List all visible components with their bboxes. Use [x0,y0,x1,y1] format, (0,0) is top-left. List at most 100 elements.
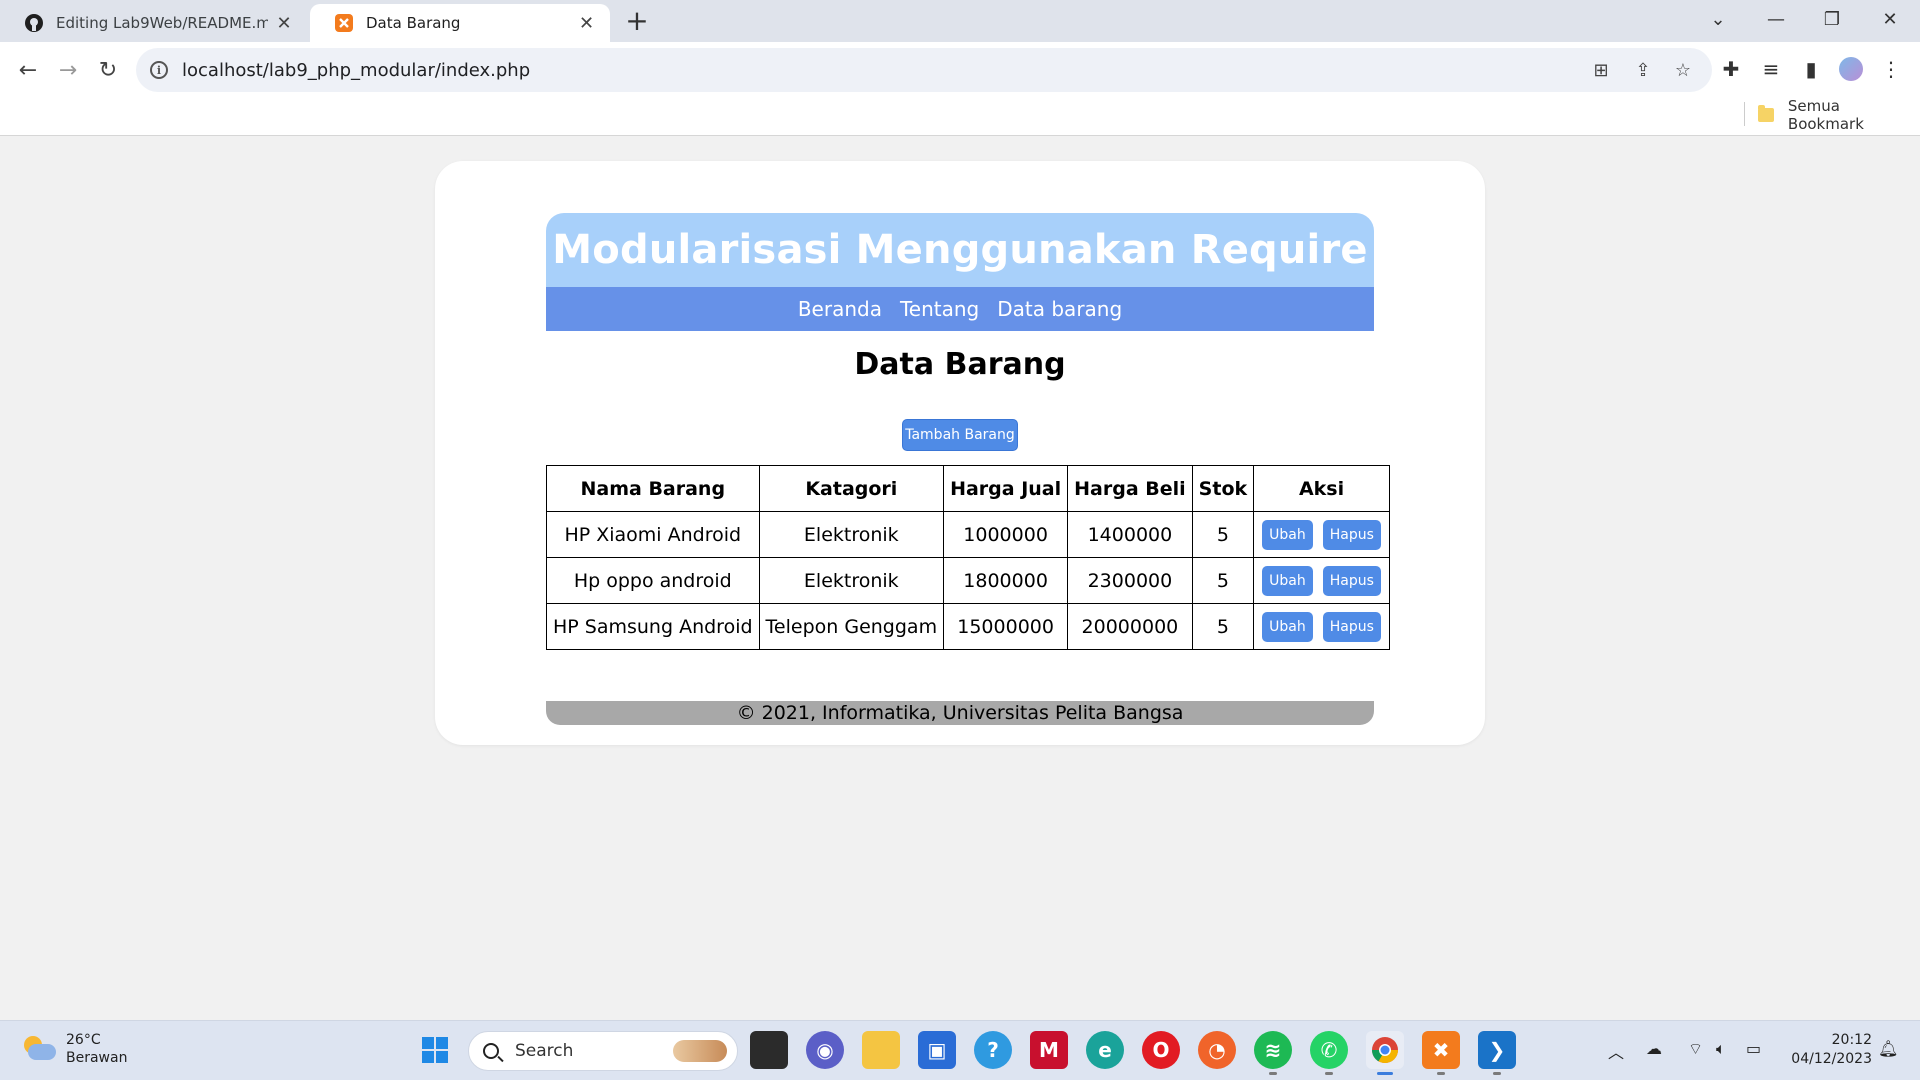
edit-button[interactable]: Ubah [1262,519,1313,550]
edit-button[interactable]: Ubah [1262,565,1313,596]
volume-icon[interactable]: 🔈︎ [1716,1039,1726,1059]
bookmark-star-icon[interactable]: ☆ [1670,57,1696,83]
cell-kategori: Elektronik [758,557,945,604]
extensions-puzzle-icon[interactable]: ✚ [1716,54,1746,84]
address-bar[interactable]: i localhost/lab9_php_modular/index.php ⊞… [136,48,1712,92]
chat-icon[interactable]: ◉ [806,1031,844,1069]
site-title: Modularisasi Menggunakan Require [552,227,1368,273]
profile-avatar-icon[interactable] [1836,54,1866,84]
edge-icon[interactable]: e [1086,1031,1124,1069]
page-viewport: Modularisasi Menggunakan Require Beranda… [0,136,1920,1020]
nav-link-beranda[interactable]: Beranda [798,297,882,321]
windows-start-icon[interactable] [416,1031,454,1069]
firefox-icon[interactable]: ◔ [1198,1031,1236,1069]
weather-desc: Berawan [66,1050,128,1066]
cell-stok: 5 [1191,557,1255,604]
main-nav: Beranda Tentang Data barang [546,287,1374,331]
folder-icon [1758,105,1774,122]
column-header: Katagori [758,465,945,512]
restore-icon[interactable]: ❐ [1804,0,1860,38]
reading-list-icon[interactable]: ≡ [1756,54,1786,84]
taskbar-search[interactable]: Search [468,1031,738,1071]
all-bookmarks-button[interactable]: Semua Bookmark [1758,97,1920,133]
github-icon [24,13,44,33]
table-header-row: Nama Barang Katagori Harga Jual Harga Be… [546,465,1390,512]
cell-aksi: Ubah Hapus [1253,511,1390,558]
system-clock[interactable]: 20:12 04/12/2023 [1780,1031,1872,1069]
minimize-icon[interactable]: — [1748,0,1804,38]
url-text[interactable]: localhost/lab9_php_modular/index.php [182,60,530,81]
cell-harga-beli: 1400000 [1067,511,1193,558]
show-hidden-icons-chevron-icon[interactable]: ︿ [1608,1039,1624,1063]
tab-title: Data Barang [366,14,461,32]
delete-button[interactable]: Hapus [1322,565,1381,596]
cell-nama: HP Samsung Android [546,603,760,650]
opera-icon[interactable]: O [1142,1031,1180,1069]
battery-icon[interactable]: ▭ [1746,1039,1761,1058]
close-window-icon[interactable]: ✕ [1862,0,1918,38]
close-icon[interactable]: ✕ [577,13,596,34]
tab-github-readme[interactable]: Editing Lab9Web/README.md at ✕ [0,4,308,42]
delete-button[interactable]: Hapus [1322,611,1381,642]
delete-button[interactable]: Hapus [1322,519,1381,550]
wifi-icon[interactable]: ⌔ [1688,1039,1703,1059]
xampp-icon [334,13,354,33]
site-info-icon[interactable]: i [150,61,168,79]
mcafee-icon[interactable]: M [1030,1031,1068,1069]
cell-harga-jual: 1000000 [943,511,1069,558]
close-icon[interactable]: ✕ [274,13,294,34]
cell-kategori: Elektronik [758,511,945,558]
browser-menu-icon[interactable]: ⋮ [1876,54,1906,84]
site-footer: © 2021, Informatika, Universitas Pelita … [546,701,1374,725]
chrome-icon[interactable] [1366,1031,1404,1075]
tab-strip: Editing Lab9Web/README.md at ✕ Data Bara… [0,0,1920,42]
cell-stok: 5 [1191,511,1255,558]
table-row: HP Xiaomi Android Elektronik 1000000 140… [546,511,1390,558]
file-explorer-icon[interactable] [862,1031,900,1069]
nav-link-tentang[interactable]: Tentang [900,297,979,321]
notification-bell-icon[interactable]: 🔔︎ [1878,1039,1898,1058]
help-icon[interactable]: ? [974,1031,1012,1069]
task-view-icon[interactable] [750,1031,788,1069]
tab-title: Editing Lab9Web/README.md at [56,14,268,32]
partly-cloudy-icon [20,1034,56,1064]
table-row: Hp oppo android Elektronik 1800000 23000… [546,557,1390,604]
add-item-button[interactable]: Tambah Barang [902,419,1018,451]
column-header: Harga Beli [1067,465,1193,512]
clock-time: 20:12 [1831,1032,1872,1048]
column-header: Aksi [1253,465,1390,512]
store-icon[interactable]: ▣ [918,1031,956,1069]
xampp-icon[interactable]: ✖ [1422,1031,1460,1075]
nav-link-data-barang[interactable]: Data barang [997,297,1122,321]
content-card: Modularisasi Menggunakan Require Beranda… [435,161,1485,745]
windows-taskbar: 26°C Berawan Search ◉ ▣ ? M e O ◔ ≋ ✆ ✖ … [0,1020,1920,1080]
reload-icon[interactable]: ↻ [90,52,126,88]
cell-harga-beli: 20000000 [1067,603,1193,650]
column-header: Stok [1191,465,1255,512]
table-row: HP Samsung Android Telepon Genggam 15000… [546,603,1390,650]
edit-button[interactable]: Ubah [1262,611,1313,642]
vscode-icon[interactable]: ❯ [1478,1031,1516,1075]
cell-stok: 5 [1191,603,1255,650]
bookmark-bar: Semua Bookmark [0,97,1920,136]
weather-widget[interactable]: 26°C Berawan [20,1031,127,1067]
translate-icon[interactable]: ⊞ [1588,57,1614,83]
cell-nama: Hp oppo android [546,557,760,604]
new-tab-plus-icon[interactable]: + [622,6,652,36]
back-arrow-icon[interactable]: ← [10,52,46,88]
side-panel-icon[interactable]: ▮ [1796,54,1826,84]
cell-harga-jual: 1800000 [943,557,1069,604]
search-highlight-art [673,1040,727,1062]
items-table: Nama Barang Katagori Harga Jual Harga Be… [546,465,1390,650]
browser-toolbar: ← → ↻ i localhost/lab9_php_modular/index… [0,42,1920,98]
all-bookmarks-label: Semua Bookmark [1787,97,1864,133]
cell-kategori: Telepon Genggam [758,603,945,650]
whatsapp-icon[interactable]: ✆ [1310,1031,1348,1075]
onedrive-cloud-icon[interactable]: ☁ [1646,1039,1662,1058]
tab-data-barang[interactable]: Data Barang ✕ [310,4,610,42]
tab-search-chevron-icon[interactable]: ⌄ [1690,0,1746,38]
forward-arrow-icon[interactable]: → [50,52,86,88]
share-icon[interactable]: ⇪ [1630,57,1656,83]
weather-temp: 26°C [66,1032,101,1048]
spotify-icon[interactable]: ≋ [1254,1031,1292,1075]
